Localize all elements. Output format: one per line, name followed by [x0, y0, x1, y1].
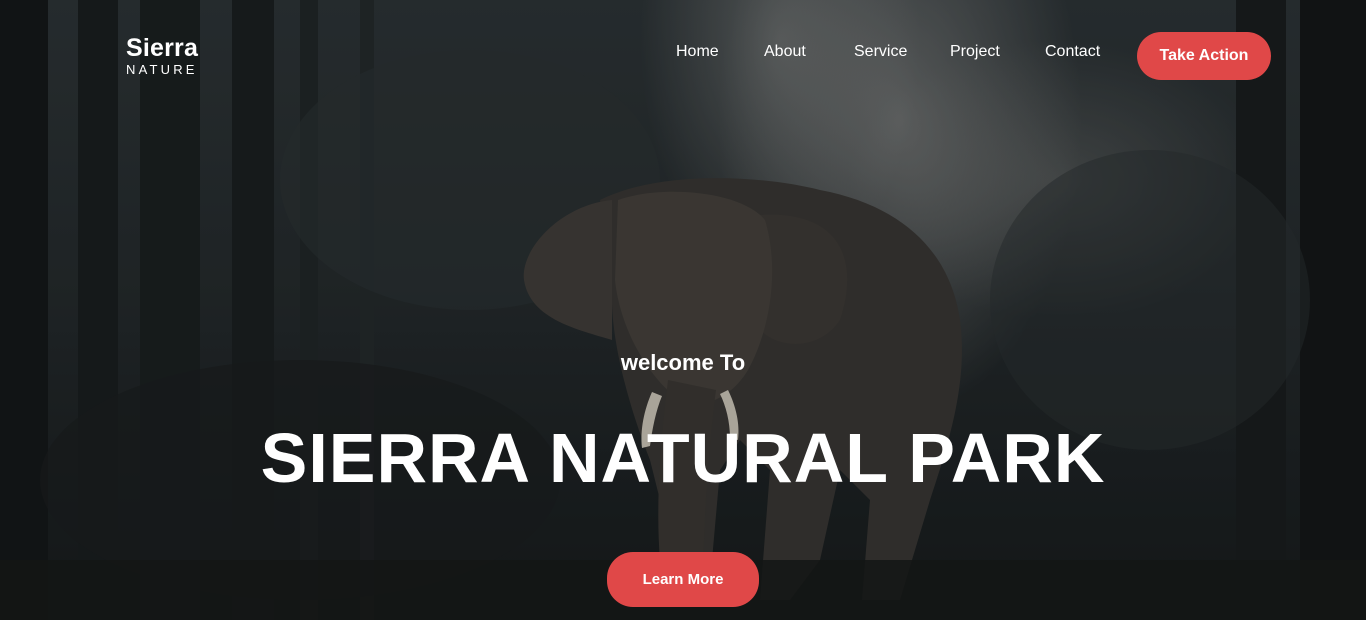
- hero-title: SIERRA NATURAL PARK: [260, 419, 1106, 497]
- nav-service-link[interactable]: Service: [854, 43, 907, 61]
- take-action-button[interactable]: Take Action: [1137, 32, 1271, 80]
- nav-contact-link[interactable]: Contact: [1045, 43, 1100, 61]
- hero-background-image: [0, 0, 1366, 620]
- learn-more-button[interactable]: Learn More: [607, 552, 759, 607]
- nav-project-link[interactable]: Project: [950, 43, 1000, 61]
- hero-welcome-text: welcome To: [620, 350, 746, 375]
- brand-tagline: NATURE: [126, 62, 198, 77]
- brand-logo[interactable]: Sierra NATURE: [126, 34, 198, 77]
- nav-about-link[interactable]: About: [764, 43, 806, 61]
- brand-name: Sierra: [126, 34, 199, 62]
- nav-home-link[interactable]: Home: [676, 43, 719, 61]
- hero-section: Sierra NATURE Home About Service Project…: [0, 0, 1366, 620]
